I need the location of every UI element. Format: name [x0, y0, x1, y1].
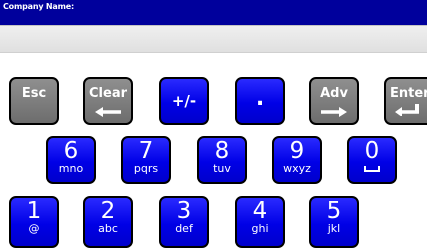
digit-label: 7 — [138, 138, 154, 164]
adv-key[interactable]: Adv — [309, 77, 359, 125]
right-arrow-icon — [321, 107, 347, 117]
plus-minus-key[interactable]: +/- — [159, 77, 209, 125]
digit-label: 9 — [289, 138, 305, 164]
enter-label: Enter — [390, 86, 427, 101]
letters-label: ghi — [251, 222, 269, 235]
key-7[interactable]: 7 pqrs — [121, 136, 171, 184]
field-label: Company Name: — [3, 2, 74, 11]
enter-arrow-icon — [395, 104, 419, 116]
letters-label: def — [175, 222, 193, 235]
digit-label: 4 — [252, 198, 268, 224]
key-9[interactable]: 9 wxyz — [272, 136, 322, 184]
digit-label: 2 — [100, 198, 116, 224]
clear-label: Clear — [89, 86, 127, 101]
key-3[interactable]: 3 def — [159, 196, 209, 248]
title-bar: Company Name: — [0, 0, 427, 25]
key-6[interactable]: 6 mno — [46, 136, 96, 184]
key-1[interactable]: 1 @ — [9, 196, 59, 248]
enter-key[interactable]: Enter — [384, 77, 427, 125]
digit-label: 6 — [63, 138, 79, 164]
left-arrow-icon — [95, 107, 121, 117]
clear-key[interactable]: Clear — [83, 77, 133, 125]
decimal-point-label: . — [255, 85, 265, 111]
space-icon — [364, 166, 380, 172]
esc-label: Esc — [21, 86, 47, 101]
letters-label: mno — [58, 162, 84, 175]
letters-label: jkl — [327, 222, 341, 235]
decimal-point-key[interactable]: . — [235, 77, 285, 125]
key-0[interactable]: 0 — [347, 136, 397, 184]
plus-minus-label: +/- — [171, 92, 197, 110]
esc-key[interactable]: Esc — [9, 77, 59, 125]
letters-label: pqrs — [133, 162, 159, 175]
digit-label: 0 — [364, 138, 380, 164]
letters-label: wxyz — [283, 162, 311, 175]
company-name-input[interactable] — [0, 25, 427, 53]
adv-label: Adv — [320, 86, 348, 101]
letters-label: @ — [28, 222, 40, 235]
key-5[interactable]: 5 jkl — [309, 196, 359, 248]
letters-label: tuv — [213, 162, 231, 175]
key-8[interactable]: 8 tuv — [197, 136, 247, 184]
digit-label: 1 — [26, 198, 42, 224]
letters-label: abc — [98, 222, 118, 235]
digit-label: 8 — [214, 138, 230, 164]
digit-label: 3 — [176, 198, 192, 224]
digit-label: 5 — [326, 198, 342, 224]
key-4[interactable]: 4 ghi — [235, 196, 285, 248]
key-2[interactable]: 2 abc — [83, 196, 133, 248]
